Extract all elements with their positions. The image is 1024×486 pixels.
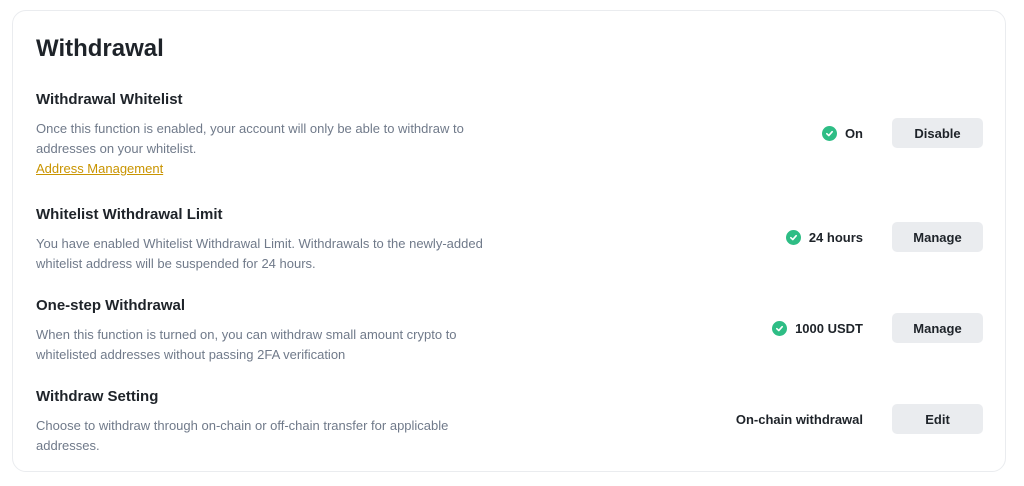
setting-description: You have enabled Whitelist Withdrawal Li… <box>36 236 483 271</box>
status-indicator: 24 hours <box>785 230 863 245</box>
setting-title: One-step Withdrawal <box>36 297 186 314</box>
setting-title: Withdrawal Whitelist <box>36 91 183 108</box>
status-indicator: On-chain withdrawal <box>736 412 863 427</box>
setting-description: Choose to withdraw through on-chain or o… <box>36 418 449 453</box>
manage-one-step-withdrawal-button[interactable]: Manage <box>892 313 983 343</box>
withdrawal-settings-card: Withdrawal Withdrawal Whitelist Once thi… <box>12 10 1006 472</box>
status-text: On-chain withdrawal <box>735 412 863 427</box>
check-circle-icon <box>785 230 801 245</box>
setting-row-withdrawal-whitelist: Withdrawal Whitelist Once this function … <box>13 91 1005 191</box>
check-circle-icon <box>772 321 788 336</box>
setting-description: Once this function is enabled, your acco… <box>36 121 464 156</box>
manage-withdrawal-limit-button[interactable]: Manage <box>892 222 983 252</box>
address-management-link[interactable]: Address Management <box>36 161 163 176</box>
setting-title: Whitelist Withdrawal Limit <box>36 206 223 223</box>
setting-row-withdraw-setting: Withdraw Setting Choose to withdraw thro… <box>13 388 1005 468</box>
status-text: 1000 USDT <box>795 321 863 336</box>
disable-whitelist-button[interactable]: Disable <box>892 118 983 148</box>
check-circle-icon <box>821 126 837 141</box>
setting-row-one-step-withdrawal: One-step Withdrawal When this function i… <box>13 297 1005 377</box>
setting-title: Withdraw Setting <box>36 388 159 405</box>
setting-description: When this function is turned on, you can… <box>36 327 457 362</box>
status-text: On <box>844 126 863 141</box>
page-title: Withdrawal <box>36 35 164 62</box>
status-indicator: 1000 USDT <box>772 321 863 336</box>
status-text: 24 hours <box>808 230 863 245</box>
setting-row-whitelist-withdrawal-limit: Whitelist Withdrawal Limit You have enab… <box>13 206 1005 286</box>
edit-withdraw-setting-button[interactable]: Edit <box>892 404 983 434</box>
status-indicator: On <box>821 126 863 141</box>
